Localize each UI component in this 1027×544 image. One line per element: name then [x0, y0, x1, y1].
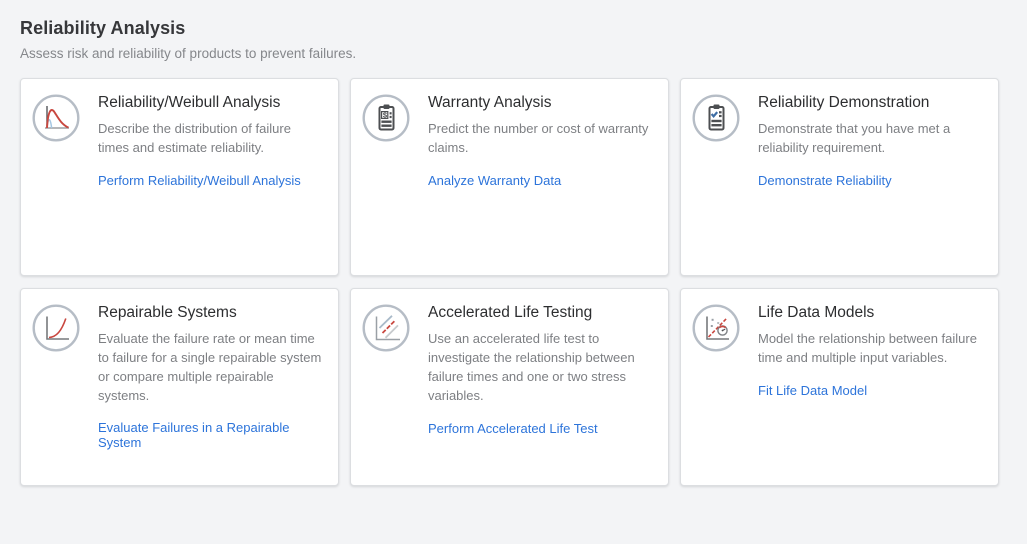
scatter-gauge-icon — [692, 304, 740, 352]
card-description: Describe the distribution of failure tim… — [98, 119, 322, 157]
trend-lines-icon — [362, 304, 410, 352]
weibull-curve-icon — [32, 94, 80, 142]
analyze-warranty-data-link[interactable]: Analyze Warranty Data — [428, 173, 561, 188]
perform-weibull-analysis-link[interactable]: Perform Reliability/Weibull Analysis — [98, 173, 301, 188]
evaluate-repairable-system-link[interactable]: Evaluate Failures in a Repairable System — [98, 420, 322, 450]
card-reliability-demonstration: Reliability Demonstration Demonstrate th… — [680, 78, 999, 276]
analysis-cards-grid: Reliability/Weibull Analysis Describe th… — [20, 78, 1027, 486]
card-title: Accelerated Life Testing — [428, 304, 652, 322]
card-description: Demonstrate that you have met a reliabil… — [758, 119, 982, 157]
card-accelerated-life-testing: Accelerated Life Testing Use an accelera… — [350, 288, 669, 486]
card-description: Predict the number or cost of warranty c… — [428, 119, 652, 157]
perform-accelerated-life-test-link[interactable]: Perform Accelerated Life Test — [428, 421, 598, 436]
card-description: Use an accelerated life test to investig… — [428, 329, 652, 405]
card-title: Life Data Models — [758, 304, 982, 322]
growth-curve-icon — [32, 304, 80, 352]
demonstrate-reliability-link[interactable]: Demonstrate Reliability — [758, 173, 892, 188]
card-description: Model the relationship between failure t… — [758, 329, 982, 367]
card-warranty-analysis: $ Warranty Analysis Predict the number o… — [350, 78, 669, 276]
card-title: Warranty Analysis — [428, 94, 652, 112]
warranty-clipboard-icon: $ — [362, 94, 410, 142]
page-subtitle: Assess risk and reliability of products … — [20, 46, 1027, 61]
card-description: Evaluate the failure rate or mean time t… — [98, 329, 322, 405]
checklist-clipboard-icon — [692, 94, 740, 142]
card-title: Reliability/Weibull Analysis — [98, 94, 322, 112]
card-title: Repairable Systems — [98, 304, 322, 322]
fit-life-data-model-link[interactable]: Fit Life Data Model — [758, 383, 867, 398]
card-title: Reliability Demonstration — [758, 94, 982, 112]
card-repairable-systems: Repairable Systems Evaluate the failure … — [20, 288, 339, 486]
reliability-analysis-page: Reliability Analysis Assess risk and rel… — [0, 0, 1027, 486]
card-reliability-weibull-analysis: Reliability/Weibull Analysis Describe th… — [20, 78, 339, 276]
page-title: Reliability Analysis — [20, 18, 1027, 39]
card-life-data-models: Life Data Models Model the relationship … — [680, 288, 999, 486]
